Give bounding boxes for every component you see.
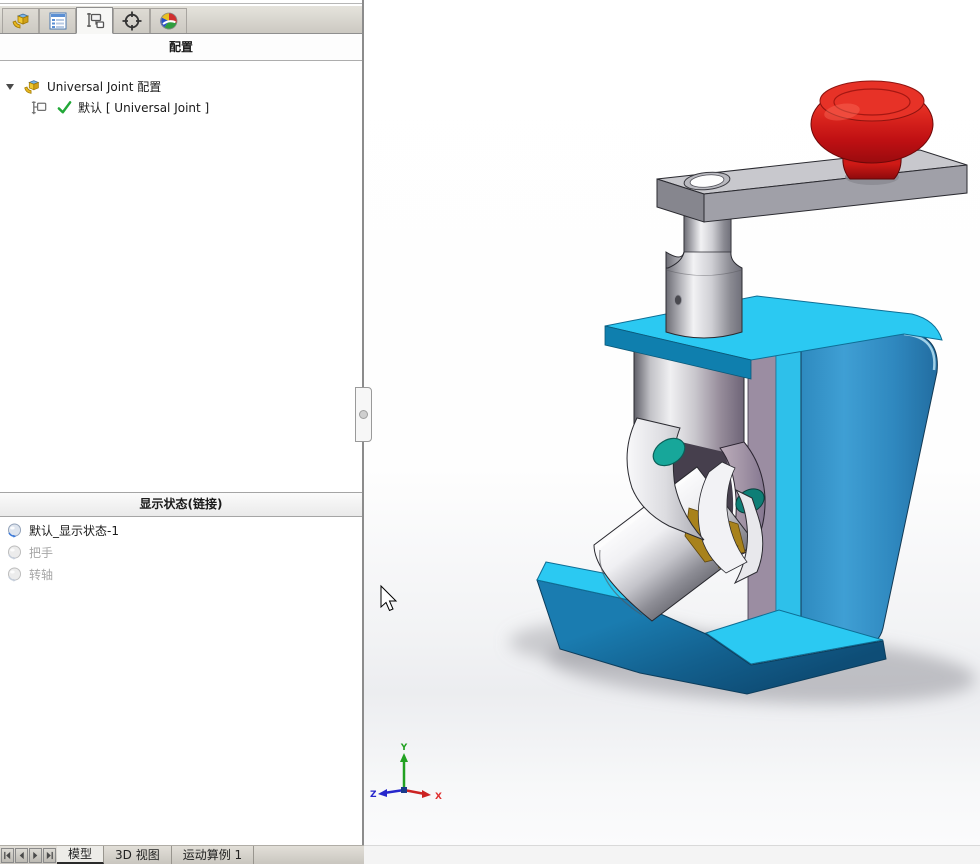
- tab-configurationmanager[interactable]: [76, 7, 113, 34]
- dimxpertmanager-icon: [121, 10, 143, 32]
- configuration-cube-icon: [22, 77, 42, 97]
- default-configuration-label: 默认 [ Universal Joint ]: [78, 99, 209, 116]
- model-universal-joint[interactable]: [594, 418, 768, 621]
- panel-top-border: [0, 3, 362, 4]
- display-state-row-handle[interactable]: 把手: [0, 541, 362, 563]
- active-configuration-check-icon: [56, 99, 73, 116]
- display-state-label: 默认_显示状态-1: [29, 522, 119, 539]
- tab-featuremanager[interactable]: [2, 8, 39, 33]
- next-tab-button[interactable]: [29, 848, 42, 863]
- splitter-grip-dot: [359, 410, 368, 419]
- display-states-header: 显示状态(链接): [0, 492, 362, 517]
- displaymanager-icon: [158, 10, 180, 32]
- tab-3d-views[interactable]: 3D 视图: [104, 846, 172, 864]
- configuration-flag-icon: [30, 98, 49, 117]
- display-state-row-shaft[interactable]: 转轴: [0, 563, 362, 585]
- model-crank-arm[interactable]: [657, 150, 967, 222]
- tab-model[interactable]: 模型: [57, 846, 104, 864]
- featuremanager-icon: [10, 10, 32, 32]
- display-state-icon: [6, 522, 23, 539]
- model-crank-shaft[interactable]: [666, 216, 742, 338]
- configuration-tree: Universal Joint 配置 默认 [ Universal Joint …: [0, 61, 362, 118]
- collapse-arrow-icon[interactable]: [6, 84, 14, 90]
- root-configuration-label: Universal Joint 配置: [47, 78, 161, 95]
- triad-y-label: Y: [400, 743, 408, 753]
- display-state-label: 转轴: [29, 566, 53, 583]
- tab-displaymanager[interactable]: [150, 8, 187, 33]
- display-state-label: 把手: [29, 544, 53, 561]
- tree-row-default-configuration[interactable]: 默认 [ Universal Joint ]: [0, 97, 362, 118]
- graphics-viewport[interactable]: Y X Z: [364, 0, 980, 845]
- orientation-triad: Y X Z: [370, 743, 442, 802]
- study-tab-strip: 模型 3D 视图 运动算例 1: [0, 845, 364, 864]
- bottom-bar-right-filler: [364, 845, 980, 864]
- configurationmanager-icon: [84, 10, 106, 32]
- display-states-list: 默认_显示状态-1 把手 转轴: [0, 519, 362, 585]
- universal-joint-model[interactable]: Y X Z: [364, 0, 980, 845]
- mouse-cursor: [381, 586, 396, 611]
- triad-x-label: X: [435, 792, 442, 802]
- tree-row-root-configuration[interactable]: Universal Joint 配置: [0, 76, 362, 97]
- configuration-panel: 配置 Universal Joint 配置: [0, 0, 362, 845]
- tab-scroll-buttons: [0, 846, 57, 864]
- display-state-icon-disabled: [6, 544, 23, 561]
- propertymanager-icon: [47, 10, 69, 32]
- model-collar-hole: [675, 295, 682, 305]
- solidworks-window: 配置 Universal Joint 配置: [0, 0, 980, 864]
- tab-propertymanager[interactable]: [39, 8, 76, 33]
- display-state-row-default[interactable]: 默认_显示状态-1: [0, 519, 362, 541]
- first-tab-button[interactable]: [1, 848, 14, 863]
- panel-splitter-handle[interactable]: [355, 387, 372, 442]
- tab-motion-study-1[interactable]: 运动算例 1: [172, 846, 254, 864]
- manager-tab-strip: [0, 6, 362, 34]
- last-tab-button[interactable]: [43, 848, 56, 863]
- triad-z-label: Z: [370, 790, 377, 800]
- configurations-header: 配置: [0, 34, 362, 61]
- previous-tab-button[interactable]: [15, 848, 28, 863]
- tab-dimxpertmanager[interactable]: [113, 8, 150, 33]
- display-state-icon-disabled: [6, 566, 23, 583]
- bottom-bar: 模型 3D 视图 运动算例 1: [0, 845, 980, 864]
